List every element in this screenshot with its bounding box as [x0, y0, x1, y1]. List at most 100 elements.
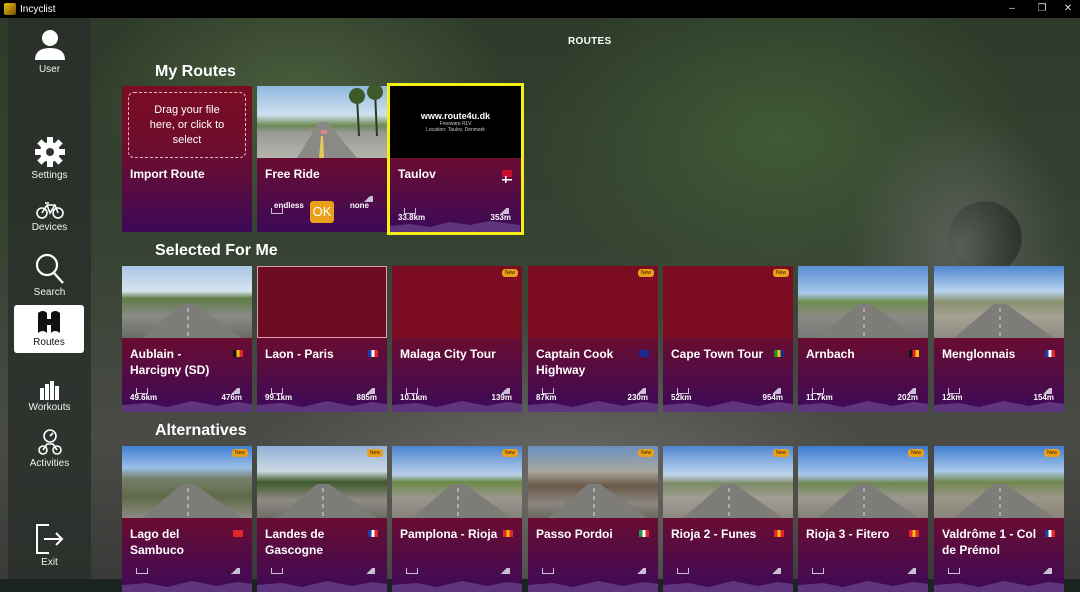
elevation-icon	[363, 568, 375, 574]
distance-icon	[542, 568, 554, 574]
workouts-icon	[39, 381, 59, 400]
route-name: Menglonnais	[942, 347, 1016, 361]
route-card[interactable]: New Passo Pordoi	[528, 446, 658, 592]
sidebar-item-label: Exit	[41, 557, 58, 568]
ok-button[interactable]: OK	[310, 201, 334, 223]
route-name: Captain Cook Highway	[536, 347, 614, 377]
new-badge: New	[231, 449, 248, 457]
page-title: ROUTES	[568, 36, 612, 47]
gear-icon	[34, 137, 65, 167]
elevation-icon	[1040, 568, 1052, 574]
sidebar-item-label: Search	[33, 287, 66, 298]
route-name: Import Route	[130, 167, 205, 181]
restore-button[interactable]: ❐	[1030, 1, 1054, 17]
route-card[interactable]: New Pamplona - Rioja	[392, 446, 522, 592]
flag-icon	[502, 170, 512, 183]
elevation-profile	[257, 581, 387, 592]
elevation-profile	[663, 401, 793, 412]
route-name: Free Ride	[265, 167, 320, 181]
sidebar-item-exit[interactable]: Exit	[8, 523, 91, 568]
elevation-profile	[934, 581, 1064, 592]
activities-icon	[37, 429, 62, 455]
new-badge: New	[772, 269, 789, 277]
route-thumbnail	[528, 446, 658, 518]
sidebar-item-devices[interactable]: Devices	[8, 200, 91, 233]
sidebar-item-settings[interactable]: Settings	[8, 136, 91, 181]
distance-icon	[812, 568, 824, 574]
route-thumbnail	[528, 266, 658, 338]
import-route-card[interactable]: Drag your file here, or click to select …	[122, 86, 252, 232]
section-title-my-routes: My Routes	[155, 63, 236, 80]
window-titlebar: Incyclist – ❐ ✕	[0, 0, 1080, 18]
elevation-icon	[634, 568, 646, 574]
new-badge: New	[637, 449, 654, 457]
route-name: Laon - Paris	[265, 347, 334, 361]
sidebar-item-workouts[interactable]: Workouts	[8, 380, 91, 413]
elevation-icon	[498, 568, 510, 574]
route-thumbnail	[257, 86, 387, 158]
elevation-profile	[934, 401, 1064, 412]
route-card[interactable]: Laon - Paris 99.1km 885m	[257, 266, 387, 412]
route-card[interactable]: New Valdrôme 1 - Col de Prémol	[934, 446, 1064, 592]
exit-icon	[35, 524, 63, 554]
elevation-profile	[392, 401, 522, 412]
route-card[interactable]: New Landes de Gascogne	[257, 446, 387, 592]
flag-icon	[639, 350, 649, 357]
flag-icon	[639, 530, 649, 537]
file-drop-zone[interactable]: Drag your file here, or click to select	[128, 92, 246, 158]
new-badge: New	[907, 449, 924, 457]
route-name: Malaga City Tour	[400, 347, 496, 361]
flag-icon	[909, 350, 919, 357]
distance-icon	[136, 568, 148, 574]
route-card[interactable]: Arnbach 11.7km 202m	[798, 266, 928, 412]
duration-value: endless	[274, 201, 304, 210]
sidebar-item-user[interactable]: User	[8, 28, 91, 75]
elevation-profile	[122, 401, 252, 412]
search-icon	[35, 253, 64, 284]
elevation-profile	[257, 401, 387, 412]
route-name: Lago del Sambuco	[130, 527, 185, 557]
close-button[interactable]: ✕	[1056, 1, 1080, 17]
thumbnail-text: Location: Taulov, Denmark	[426, 127, 485, 133]
free-ride-card[interactable]: Free Ride endless OK none	[257, 86, 387, 232]
new-badge: New	[501, 449, 518, 457]
sidebar-item-activities[interactable]: Activities	[8, 428, 91, 469]
route-thumbnail	[798, 266, 928, 338]
route-card[interactable]: New Rioja 2 - Funes	[663, 446, 793, 592]
flag-icon	[1045, 530, 1055, 537]
sidebar-item-search[interactable]: Search	[8, 253, 91, 298]
section-title-alternatives: Alternatives	[155, 422, 247, 439]
sidebar-item-label: Routes	[33, 337, 65, 348]
route-card[interactable]: New Lago del Sambuco	[122, 446, 252, 592]
route-card[interactable]: New Captain Cook Highway 87km 230m	[528, 266, 658, 412]
sidebar-item-label: Devices	[31, 222, 68, 233]
elevation-profile	[390, 221, 520, 232]
elevation-profile	[122, 581, 252, 592]
route-card[interactable]: Menglonnais 12km 154m	[934, 266, 1064, 412]
route-card[interactable]: Aublain - Harcigny (SD) 49.6km 476m	[122, 266, 252, 412]
elevation-icon	[904, 568, 916, 574]
route-thumbnail: www.route4u.dk Freeware RLV Location: Ta…	[390, 86, 521, 158]
thumbnail-text: www.route4u.dk	[420, 111, 491, 121]
elevation-icon	[228, 568, 240, 574]
new-badge: New	[772, 449, 789, 457]
route-name: Cape Town Tour	[671, 347, 764, 361]
bicycle-icon	[35, 202, 64, 219]
route-card[interactable]: New Rioja 3 - Fitero	[798, 446, 928, 592]
minimize-button[interactable]: –	[1000, 1, 1024, 17]
route-card[interactable]: New Malaga City Tour 10.1km 139m	[392, 266, 522, 412]
route-thumbnail	[122, 266, 252, 338]
route-card[interactable]: New Cape Town Tour 52km 954m	[663, 266, 793, 412]
flag-icon	[233, 530, 243, 537]
flag-icon	[368, 350, 378, 357]
new-badge: New	[366, 449, 383, 457]
taulov-route-card[interactable]: www.route4u.dk Freeware RLV Location: Ta…	[387, 83, 524, 235]
route-name: Aublain - Harcigny (SD)	[130, 347, 210, 377]
route-name: Pamplona - Rioja	[400, 527, 498, 541]
elevation-profile	[528, 401, 658, 412]
flag-icon	[233, 350, 243, 357]
flag-icon	[774, 350, 784, 357]
sidebar-item-routes[interactable]: Routes	[14, 305, 84, 353]
section-title-selected-for-me: Selected For Me	[155, 242, 278, 259]
elevation-profile	[798, 581, 928, 592]
